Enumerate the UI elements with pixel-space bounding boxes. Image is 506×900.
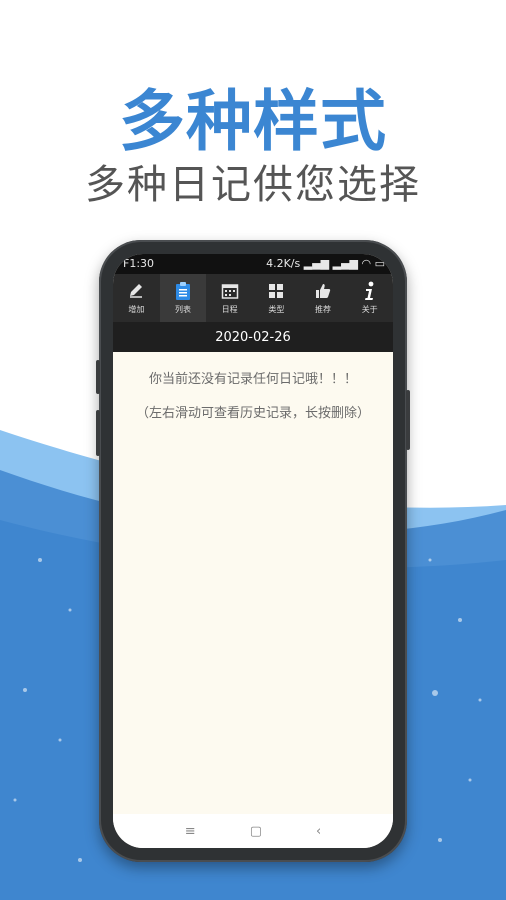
tab-schedule[interactable]: 日程 — [206, 274, 253, 322]
phone-screen: F1:30 4.2K/s ▂▄▆ ▂▄▆ ◠ ▭ 增加 列表 日程 类型 推荐 … — [113, 254, 393, 848]
tab-label: 关于 — [361, 305, 378, 314]
date-bar[interactable]: 2020-02-26 — [113, 322, 393, 352]
tab-type[interactable]: 类型 — [253, 274, 300, 322]
subline: 多种日记供您选择 — [85, 162, 421, 208]
calendar-icon — [220, 281, 240, 301]
tab-add[interactable]: 增加 — [113, 274, 160, 322]
status-indicators: 4.2K/s ▂▄▆ ▂▄▆ ◠ ▭ — [266, 257, 385, 270]
headline: 多种样式 — [119, 83, 387, 160]
toolbar: 增加 列表 日程 类型 推荐 关于 — [113, 274, 393, 322]
tab-recommend[interactable]: 推荐 — [300, 274, 347, 322]
phone-frame: F1:30 4.2K/s ▂▄▆ ▂▄▆ ◠ ▭ 增加 列表 日程 类型 推荐 … — [96, 240, 410, 862]
phone-side-button — [96, 360, 100, 394]
clipboard-icon — [173, 281, 193, 301]
tab-label: 类型 — [268, 305, 285, 314]
tab-label: 日程 — [221, 305, 238, 314]
thumbs-up-icon — [313, 281, 333, 301]
tab-list[interactable]: 列表 — [159, 274, 207, 322]
status-bar: F1:30 4.2K/s ▂▄▆ ▂▄▆ ◠ ▭ — [113, 254, 393, 274]
hint-message: （左右滑动可查看历史记录，长按删除） — [135, 406, 370, 421]
home-icon[interactable]: ▢ — [250, 824, 262, 839]
tab-label: 增加 — [128, 305, 145, 314]
phone-side-button — [406, 390, 410, 450]
signal-icon: ▂▄▆ ▂▄▆ ◠ ▭ — [303, 257, 385, 270]
tab-label: 推荐 — [315, 305, 332, 314]
phone-side-button — [96, 410, 100, 456]
grid-icon — [266, 281, 286, 301]
menu-icon[interactable]: ≡ — [185, 824, 196, 839]
tab-label: 列表 — [175, 305, 191, 314]
status-time: F1:30 — [123, 257, 155, 270]
pencil-icon — [126, 281, 146, 301]
tab-about[interactable]: 关于 — [346, 274, 393, 322]
back-icon[interactable]: ‹ — [316, 824, 321, 839]
info-icon — [360, 281, 380, 301]
system-nav-bar: ≡ ▢ ‹ — [113, 814, 393, 848]
status-net-speed: 4.2K/s — [266, 257, 301, 270]
empty-message: 你当前还没有记录任何日记哦！！！ — [148, 372, 357, 387]
